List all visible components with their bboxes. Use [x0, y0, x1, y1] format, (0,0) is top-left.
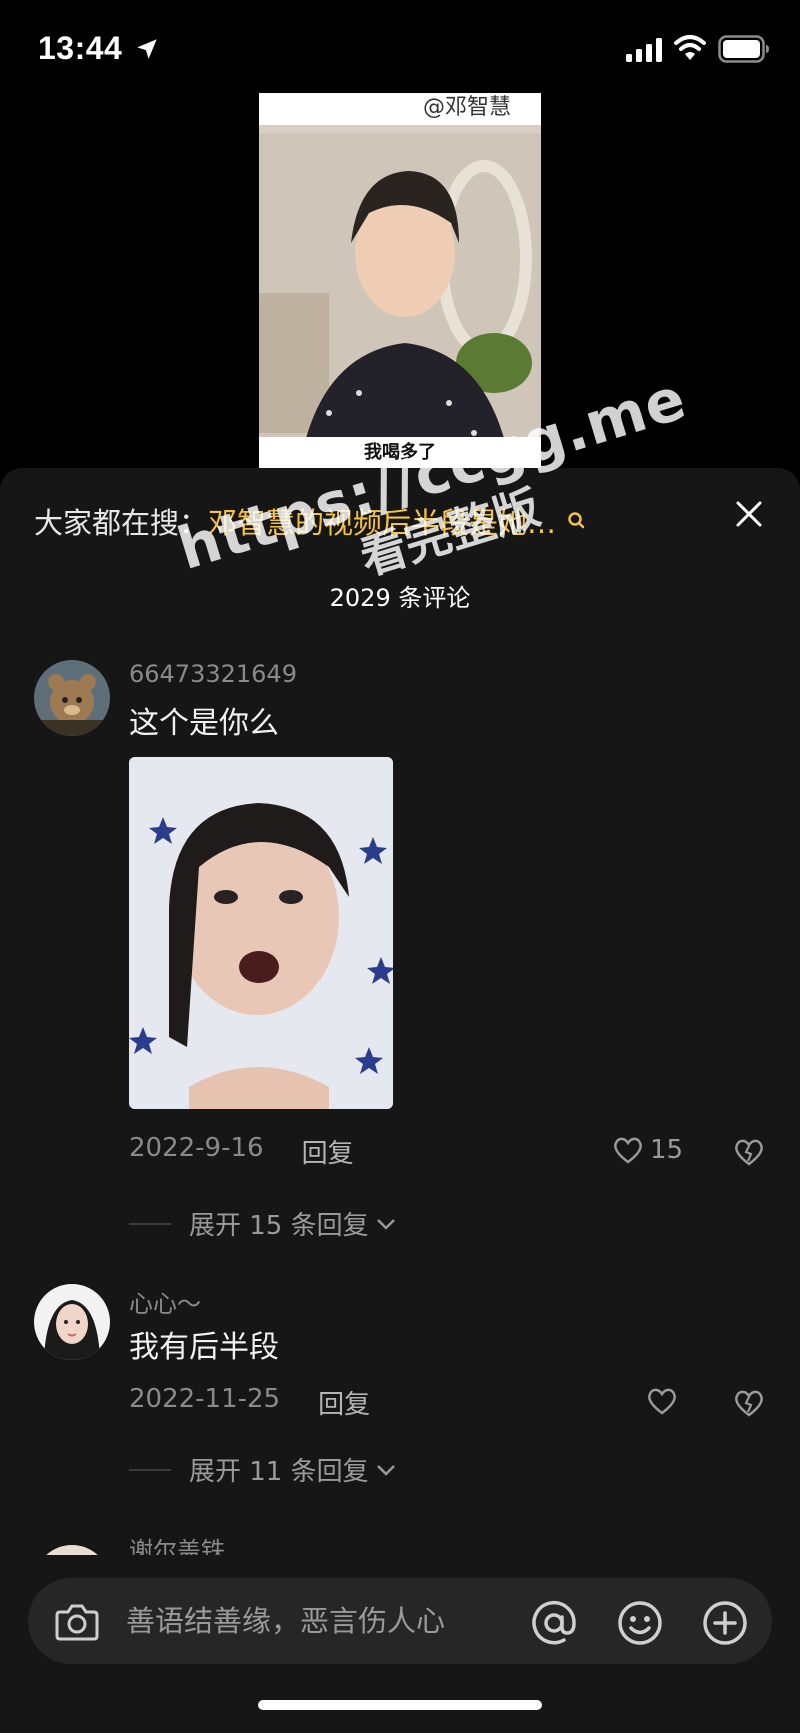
comment-item: 谢尔盖铁: [0, 1531, 800, 1555]
reply-button[interactable]: 回复: [302, 1133, 354, 1170]
video-caption: 我喝多了: [259, 437, 541, 469]
comment-meta: 2022-9-16 回复: [129, 1133, 354, 1170]
battery-icon: [718, 35, 769, 63]
dislike-icon[interactable]: [733, 1137, 765, 1167]
comment-text: 我有后半段: [129, 1330, 279, 1365]
expand-replies-label: 展开 11 条回复: [189, 1457, 369, 1487]
heart-icon: [648, 1388, 676, 1415]
expand-replies-label: 展开 15 条回复: [189, 1211, 369, 1241]
camera-icon[interactable]: [54, 1602, 100, 1642]
divider: [129, 1468, 171, 1471]
comment-meta: 2022-11-25 回复: [129, 1384, 370, 1421]
status-bar: 13:44: [0, 0, 800, 100]
reply-button[interactable]: 回复: [318, 1384, 370, 1421]
chevron-down-icon: [376, 1218, 395, 1230]
video-handle-tag: @邓智慧: [259, 93, 541, 125]
avatar[interactable]: [34, 1284, 110, 1360]
emoji-icon[interactable]: [616, 1599, 664, 1647]
status-time: 13:44: [38, 30, 123, 66]
at-icon[interactable]: [530, 1599, 578, 1647]
location-arrow-icon: [137, 39, 157, 59]
like-count: 15: [650, 1135, 684, 1165]
comment-image[interactable]: [129, 757, 393, 1109]
video-preview[interactable]: @邓智慧 我喝多了: [259, 93, 541, 469]
expand-replies-button[interactable]: 展开 15 条回复: [129, 1205, 397, 1242]
comment-text: 这个是你么: [129, 706, 279, 741]
chevron-down-icon: [376, 1464, 395, 1476]
signal-icon: [626, 38, 662, 62]
heart-icon: [614, 1137, 642, 1164]
close-icon[interactable]: [733, 498, 765, 530]
like-button[interactable]: 15: [612, 1135, 683, 1165]
plus-icon[interactable]: [701, 1599, 749, 1647]
search-icon: [568, 512, 585, 529]
comment-username[interactable]: 心心～: [129, 1284, 201, 1319]
comment-sheet: 大家都在搜： 邓智慧的视频后半段是她… 2029 条评论 66473321649…: [0, 364, 800, 1733]
trending-link[interactable]: 邓智慧的视频后半段是她…: [208, 500, 556, 542]
wifi-icon: [674, 35, 706, 60]
comment-date: 2022-9-16: [129, 1133, 264, 1163]
expand-replies-button[interactable]: 展开 11 条回复: [129, 1451, 397, 1488]
avatar[interactable]: [34, 1545, 110, 1555]
comment-count: 2029 条评论: [329, 584, 471, 612]
trending-prefix: 大家都在搜：: [34, 506, 209, 540]
like-button[interactable]: [646, 1386, 678, 1416]
home-indicator: [258, 1700, 542, 1710]
video-frame-image: [259, 93, 541, 469]
comment-username[interactable]: 66473321649: [129, 660, 297, 688]
trending-search[interactable]: 大家都在搜： 邓智慧的视频后半段是她…: [34, 498, 588, 544]
comment-username[interactable]: 谢尔盖铁: [129, 1531, 225, 1555]
dislike-icon[interactable]: [733, 1388, 765, 1418]
comment-date: 2022-11-25: [129, 1384, 281, 1414]
comment-input[interactable]: [126, 1599, 496, 1643]
divider: [129, 1222, 171, 1225]
avatar[interactable]: [34, 660, 110, 736]
